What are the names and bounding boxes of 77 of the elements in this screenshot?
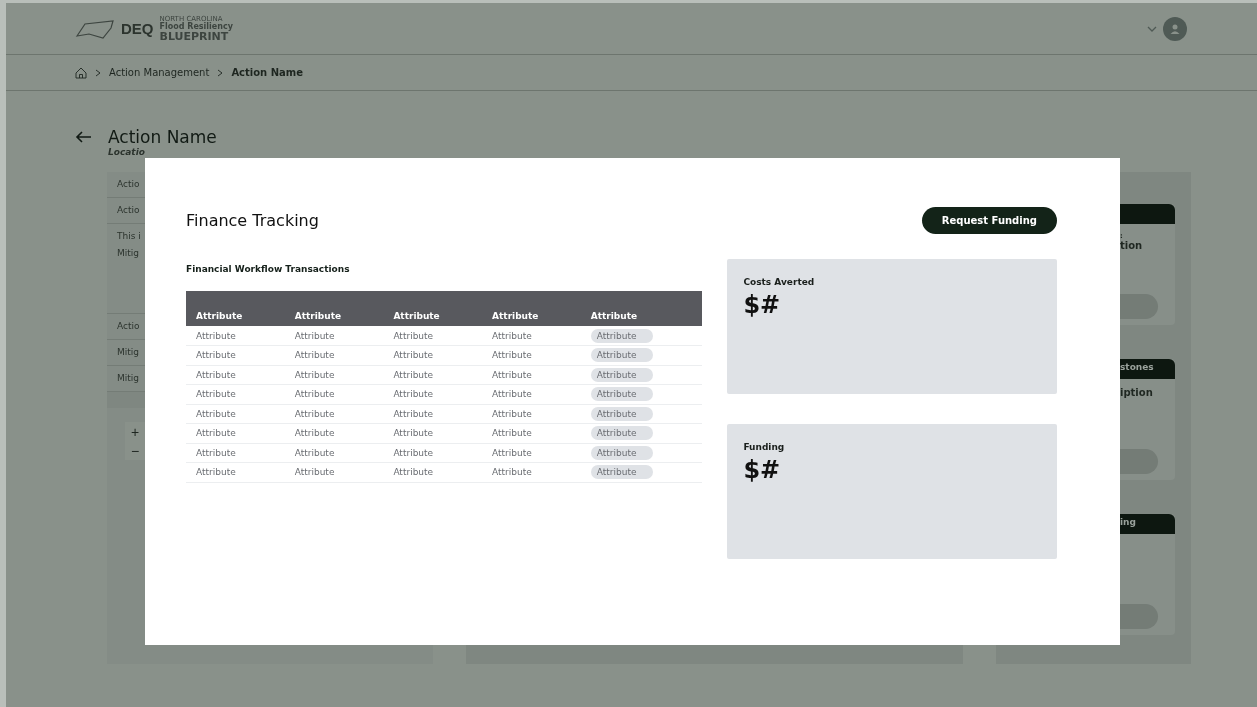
status-tag: Attribute [590, 387, 653, 402]
logo-mark: DEQ [121, 20, 154, 37]
table-cell: Attribute [492, 369, 532, 380]
status-tag: Attribute [590, 406, 653, 421]
column-header: Attribute [482, 291, 581, 326]
detail-text: Actio [117, 320, 140, 333]
home-icon[interactable] [75, 66, 87, 79]
user-avatar[interactable] [1163, 16, 1187, 41]
column-header: Attribute [186, 291, 285, 326]
table-cell: Attribute [393, 350, 434, 361]
table-cell: Attribute [492, 428, 532, 439]
column-header: Attribute [580, 291, 703, 326]
table-cell: Attribute [492, 447, 532, 458]
table-title: Financial Workflow Transactions [186, 264, 351, 274]
table-cell: Attribute [294, 447, 335, 458]
table-cell: Attribute [294, 428, 335, 439]
chevron-down-icon[interactable] [1147, 25, 1157, 32]
zoom-button[interactable]: + [125, 422, 145, 441]
table-cell: Attribute [196, 330, 236, 341]
table-cell: Attribute [393, 428, 434, 439]
metric-label: Costs Averted [743, 277, 816, 287]
table-cell: Attribute [393, 408, 434, 419]
table-cell: Attribute [196, 369, 236, 380]
state-map-icon [75, 17, 115, 40]
table-cell: Attribute [196, 408, 236, 419]
breadcrumb-link[interactable]: Action Management [109, 67, 210, 78]
detail-text: Actio [117, 204, 140, 217]
table-cell: Attribute [294, 350, 335, 361]
table-cell: Attribute [393, 467, 434, 478]
logo-text: BLUEPRINT [159, 30, 229, 42]
table-cell: Attribute [196, 350, 236, 361]
detail-text: Actio [117, 178, 140, 191]
table-cell: Attribute [492, 467, 532, 478]
table-cell: Attribute [294, 389, 335, 400]
detail-text: Mitig [117, 372, 139, 385]
location-text: Locatio [108, 147, 146, 157]
detail-text: This i [117, 230, 141, 243]
status-tag: Attribute [590, 348, 653, 363]
table-cell: Attribute [393, 369, 434, 380]
table-cell: Attribute [294, 467, 335, 478]
chevron-right-icon [217, 68, 224, 77]
metric-value: $# [743, 456, 782, 484]
table-cell: Attribute [294, 408, 335, 419]
card-text: tion [1119, 240, 1143, 251]
table-cell: Attribute [294, 330, 335, 341]
table-cell: Attribute [492, 389, 532, 400]
status-tag: Attribute [590, 328, 653, 343]
table-cell: Attribute [196, 467, 236, 478]
back-arrow-icon[interactable] [75, 131, 92, 143]
breadcrumb-link[interactable]: Action Name [231, 67, 304, 78]
table-cell: Attribute [393, 389, 434, 400]
column-header: Attribute [284, 291, 384, 326]
dialog-title: Finance Tracking [186, 211, 319, 230]
metric-value: $# [743, 291, 782, 319]
status-tag: Attribute [590, 426, 653, 441]
request-funding-button[interactable]: Request Funding [921, 207, 1057, 234]
table-cell: Attribute [393, 447, 434, 458]
card-text: iption [1119, 387, 1153, 398]
detail-text: Mitig [117, 346, 139, 359]
table-cell: Attribute [196, 428, 236, 439]
table-cell: Attribute [196, 389, 236, 400]
chevron-right-icon [95, 68, 101, 77]
table-cell: Attribute [393, 330, 434, 341]
page-title: Action Name [108, 127, 217, 147]
column-header: Attribute [383, 291, 483, 326]
metric-label: Funding [743, 442, 786, 452]
detail-text: Mitig [117, 247, 139, 260]
table-cell: Attribute [492, 408, 532, 419]
logo-text: Flood Resiliency [159, 22, 233, 31]
status-tag: Attribute [590, 367, 653, 382]
table-cell: Attribute [492, 330, 532, 341]
status-tag: Attribute [590, 465, 653, 480]
table-cell: Attribute [294, 369, 335, 380]
table-cell: Attribute [492, 350, 532, 361]
status-tag: Attribute [590, 445, 653, 460]
table-cell: Attribute [196, 447, 236, 458]
zoom-button[interactable]: − [125, 441, 145, 460]
